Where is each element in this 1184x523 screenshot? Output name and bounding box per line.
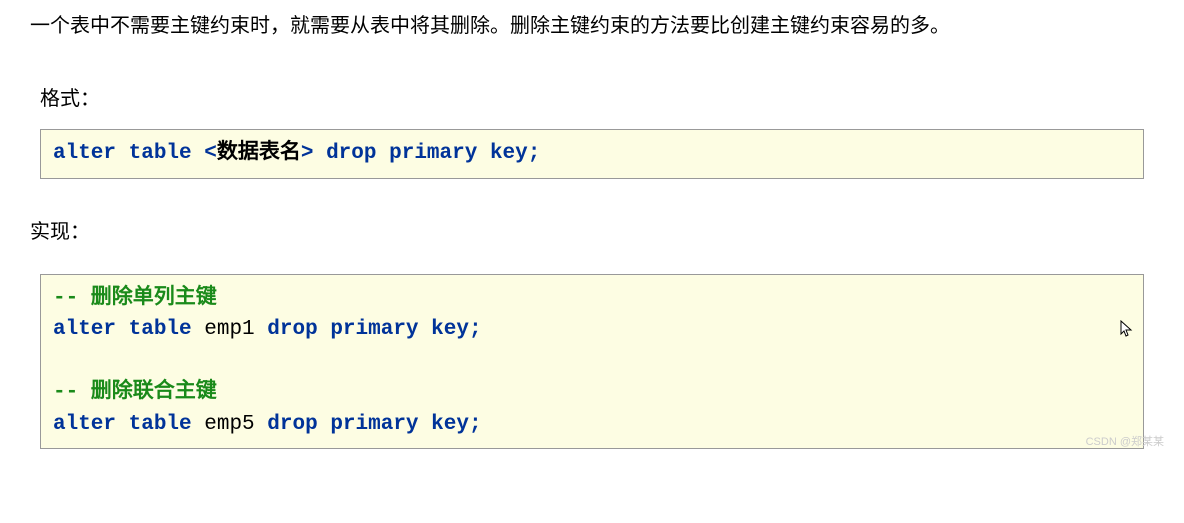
ident-emp1: emp1 [204,318,254,341]
kw-alter: alter [53,318,116,341]
kw-drop: drop [326,142,376,165]
format-label: 格式： [40,82,1154,111]
table-name-placeholder: 数据表名 [217,142,301,165]
comment-single-pk: -- 删除单列主键 [53,287,217,310]
kw-table: table [129,318,192,341]
kw-table: table [129,413,192,436]
implement-code-block: -- 删除单列主键 alter table emp1 drop primary … [40,274,1144,450]
kw-primary: primary [389,142,477,165]
watermark-text: CSDN @郑某某 [1086,433,1164,449]
kw-key: key [490,142,528,165]
intro-paragraph: 一个表中不需要主键约束时，就需要从表中将其删除。删除主键约束的方法要比创建主键约… [30,10,1154,42]
ident-emp5: emp5 [204,413,254,436]
cursor-icon [1120,320,1134,338]
semicolon: ; [469,413,482,436]
kw-key: key [431,413,469,436]
kw-primary: primary [330,413,418,436]
kw-drop: drop [267,318,317,341]
kw-drop: drop [267,413,317,436]
format-code-block: alter table <数据表名> drop primary key; [40,129,1144,179]
kw-alter: alter [53,413,116,436]
kw-primary: primary [330,318,418,341]
kw-table: table [129,142,192,165]
semicolon: ; [528,142,541,165]
angle-open: < [204,142,217,165]
implement-label: 实现： [30,215,1154,244]
semicolon: ; [469,318,482,341]
comment-composite-pk: -- 删除联合主键 [53,381,217,404]
angle-close: > [301,142,314,165]
kw-key: key [431,318,469,341]
kw-alter: alter [53,142,116,165]
